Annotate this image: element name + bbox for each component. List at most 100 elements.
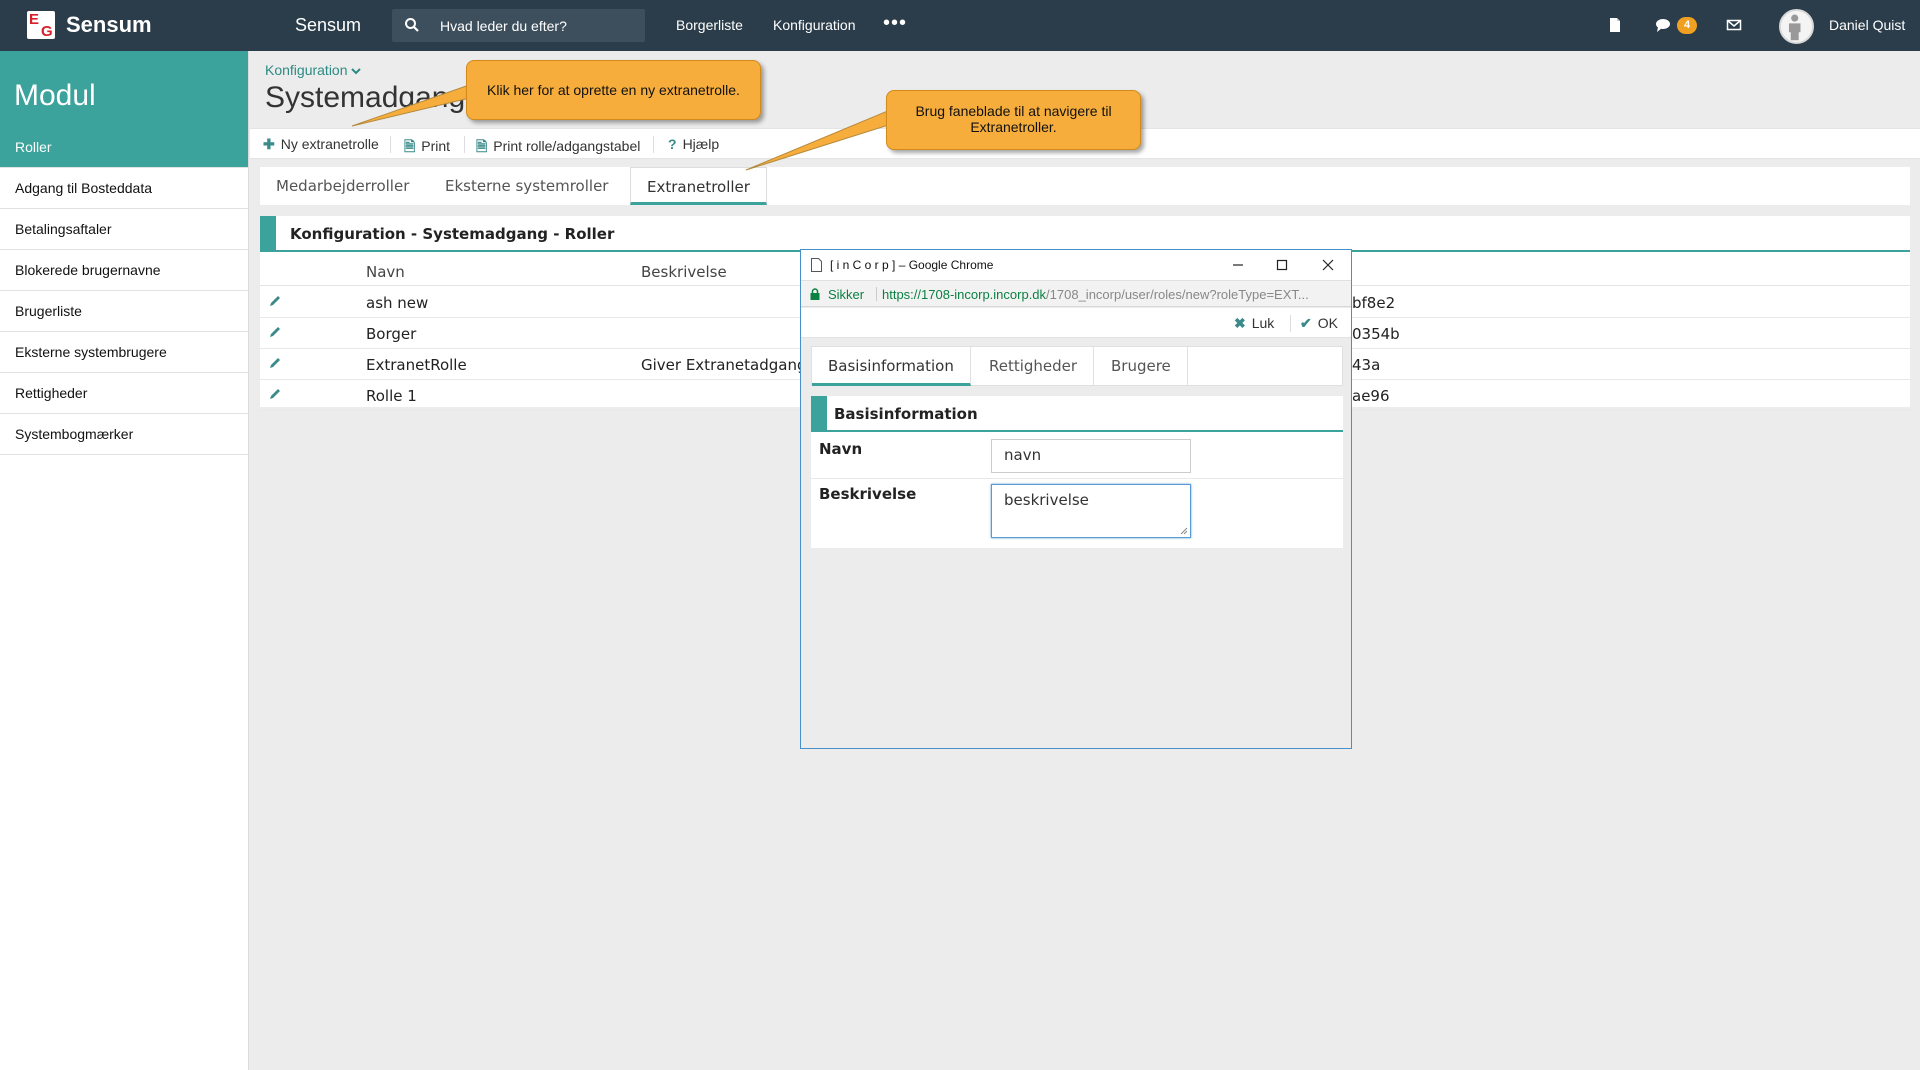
- new-extranet-role-label: Ny extranetrolle: [280, 136, 379, 152]
- secure-label: Sikker: [828, 287, 865, 302]
- url-text[interactable]: https://1708-incorp.incorp.dk/1708_incor…: [882, 287, 1344, 302]
- sidebar-item-brugerliste[interactable]: Brugerliste: [0, 291, 248, 332]
- mail-icon[interactable]: [1726, 17, 1742, 33]
- popup-panel-title: Basisinformation: [811, 396, 1343, 432]
- role-tabs: Medarbejderroller Eksterne systemroller …: [260, 167, 1910, 205]
- popup-title-bar[interactable]: [ i n C o r p ] – Google Chrome: [801, 250, 1351, 280]
- panel-title: Konfiguration - Systemadgang - Roller: [260, 216, 1910, 252]
- print-button[interactable]: 🗎 Print: [404, 136, 450, 160]
- address-bar[interactable]: Sikker https://1708-incorp.incorp.dk/170…: [801, 280, 1351, 307]
- close-window-icon[interactable]: [1321, 258, 1335, 272]
- column-beskrivelse[interactable]: Beskrivelse: [641, 263, 727, 281]
- sidebar: Modul Roller Adgang til Bosteddata Betal…: [0, 51, 249, 1070]
- chevron-down-icon[interactable]: [351, 66, 362, 76]
- tab-brugere[interactable]: Brugere: [1095, 347, 1188, 386]
- messages-badge[interactable]: 4: [1677, 17, 1697, 34]
- maximize-icon[interactable]: [1275, 258, 1289, 272]
- print-doc-icon: 🗎: [404, 138, 416, 154]
- toolbar-divider: [1290, 315, 1291, 332]
- help-icon: ?: [668, 136, 677, 152]
- popup-toolbar: ✖ Luk ✔ OK: [801, 308, 1351, 338]
- minimize-icon[interactable]: [1231, 258, 1245, 272]
- tab-eksterne-systemroller[interactable]: Eksterne systemroller: [429, 167, 624, 205]
- column-navn[interactable]: Navn: [366, 263, 405, 281]
- nav-borgerliste[interactable]: Borgerliste: [676, 17, 743, 33]
- description-textarea[interactable]: beskrivelse: [991, 484, 1191, 538]
- print-table-button[interactable]: 🗎 Print rolle/adgangstabel: [476, 136, 640, 160]
- search-input[interactable]: Hvad leder du efter?: [440, 18, 567, 34]
- url-host: https://1708-incorp.incorp.dk: [882, 287, 1047, 302]
- name-row: Navn navn: [811, 434, 1343, 479]
- breadcrumb-label[interactable]: Konfiguration: [265, 62, 348, 78]
- description-row: Beskrivelse beskrivelse: [811, 479, 1343, 548]
- description-label: Beskrivelse: [819, 485, 917, 503]
- edit-pencil-icon[interactable]: [268, 325, 282, 339]
- address-divider: [876, 287, 877, 301]
- basisinformation-panel: Basisinformation Navn navn Beskrivelse b…: [811, 396, 1343, 548]
- breadcrumb[interactable]: Konfiguration: [265, 62, 362, 78]
- role-id: ae96: [1352, 387, 1390, 405]
- sidebar-item-roller[interactable]: Roller: [0, 127, 248, 168]
- sidebar-item-adgang-bosteddata[interactable]: Adgang til Bosteddata: [0, 168, 248, 209]
- document-icon[interactable]: [1607, 17, 1623, 33]
- callout-new-role-text: Klik her for at oprette en ny extranetro…: [487, 82, 740, 98]
- app-title[interactable]: Sensum: [295, 15, 361, 36]
- close-x-icon: ✖: [1234, 315, 1246, 331]
- edit-pencil-icon[interactable]: [268, 387, 282, 401]
- ok-button[interactable]: ✔ OK: [1300, 315, 1338, 332]
- avatar[interactable]: [1779, 9, 1814, 44]
- print-table-label: Print rolle/adgangstabel: [493, 138, 641, 154]
- nav-konfiguration[interactable]: Konfiguration: [773, 17, 856, 33]
- brand-name[interactable]: Sensum: [66, 12, 152, 38]
- role-name: ash new: [366, 294, 429, 312]
- print-label: Print: [421, 138, 451, 154]
- sidebar-item-systembogmaerker[interactable]: Systembogmærker: [0, 414, 248, 455]
- resize-grip-icon[interactable]: [1180, 527, 1188, 535]
- tab-medarbejderroller[interactable]: Medarbejderroller: [260, 167, 425, 205]
- search-icon: [405, 18, 419, 32]
- close-button[interactable]: ✖ Luk: [1234, 315, 1274, 332]
- role-description: Giver Extranetadgang.: [641, 356, 812, 374]
- role-id: bf8e2: [1352, 294, 1396, 312]
- description-value: beskrivelse: [1004, 491, 1089, 509]
- toolbar-divider: [390, 136, 391, 153]
- sidebar-item-rettigheder[interactable]: Rettigheder: [0, 373, 248, 414]
- sidebar-item-blokerede-brugernavne[interactable]: Blokerede brugernavne: [0, 250, 248, 291]
- plus-icon: ✚: [263, 136, 275, 152]
- more-menu-icon[interactable]: •••: [883, 12, 907, 35]
- role-id: 43a: [1352, 356, 1381, 374]
- page-title: Systemadgang: [265, 81, 466, 114]
- name-label: Navn: [819, 440, 863, 458]
- tab-rettigheder[interactable]: Rettigheder: [973, 347, 1095, 386]
- sidebar-item-eksterne-systembrugere[interactable]: Eksterne systembrugere: [0, 332, 248, 373]
- callout-tabs-hint: Brug faneblade til at navigere til Extra…: [886, 90, 1141, 150]
- callout-new-role: Klik her for at oprette en ny extranetro…: [466, 60, 761, 120]
- name-field[interactable]: navn: [991, 439, 1191, 473]
- tab-basisinformation[interactable]: Basisinformation: [812, 347, 971, 386]
- lock-icon: [810, 288, 820, 300]
- chrome-popup-window: [ i n C o r p ] – Google Chrome Sikker h…: [800, 249, 1352, 749]
- chat-icon[interactable]: [1655, 17, 1671, 33]
- tab-extranetroller[interactable]: Extranetroller: [630, 167, 767, 205]
- popup-tabs: Basisinformation Rettigheder Brugere: [811, 346, 1343, 386]
- help-button[interactable]: ? Hjælp: [668, 136, 719, 152]
- check-icon: ✔: [1300, 315, 1312, 331]
- role-name: Rolle 1: [366, 387, 417, 405]
- module-title: Modul: [0, 51, 248, 127]
- edit-pencil-icon[interactable]: [268, 356, 282, 370]
- role-name: Borger: [366, 325, 417, 343]
- print-doc-icon: 🗎: [476, 138, 488, 154]
- search-box[interactable]: Hvad leder du efter?: [392, 9, 645, 42]
- eg-logo[interactable]: EG: [27, 11, 55, 40]
- page-icon: [811, 258, 822, 272]
- role-name: ExtranetRolle: [366, 356, 467, 374]
- new-extranet-role-button[interactable]: ✚ Ny extranetrolle: [263, 136, 379, 153]
- role-id: 0354b: [1352, 325, 1400, 343]
- user-name[interactable]: Daniel Quist: [1829, 17, 1905, 33]
- close-label: Luk: [1251, 315, 1275, 331]
- toolbar-divider: [464, 136, 465, 153]
- url-path: /1708_incorp/user/roles/new?roleType=EXT…: [1046, 287, 1309, 302]
- edit-pencil-icon[interactable]: [268, 294, 282, 308]
- ok-label: OK: [1317, 315, 1338, 331]
- sidebar-item-betalingsaftaler[interactable]: Betalingsaftaler: [0, 209, 248, 250]
